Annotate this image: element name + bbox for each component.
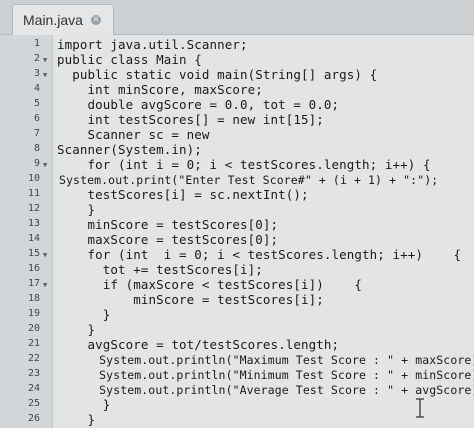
fold-arrow-icon[interactable]: ▼ xyxy=(43,56,47,64)
code-area[interactable]: import java.util.Scanner; public class M… xyxy=(57,35,474,428)
line-number: 2 xyxy=(33,53,40,64)
line-number: 15 xyxy=(27,248,40,259)
code-line: Scanner(System.in); xyxy=(57,142,202,157)
line-number: 20 xyxy=(27,323,40,334)
line-number: 13 xyxy=(27,218,40,229)
code-line: System.out.println("Minimum Test Score :… xyxy=(57,368,474,382)
tab-main-java[interactable]: Main.java ✕ xyxy=(12,4,114,35)
code-line: public static void main(String[] args) { xyxy=(57,67,378,82)
code-line: } xyxy=(57,397,111,412)
line-number: 22 xyxy=(27,353,40,364)
line-number: 19 xyxy=(27,308,40,319)
fold-arrow-icon[interactable]: ▼ xyxy=(43,71,47,79)
line-number: 9 xyxy=(33,158,40,169)
code-line: } xyxy=(57,202,96,217)
line-number: 23 xyxy=(27,368,40,379)
fold-arrow-icon[interactable]: ▼ xyxy=(43,161,47,169)
tab-bar: Main.java ✕ xyxy=(0,0,474,35)
line-number: 8 xyxy=(33,143,40,154)
line-number: 3 xyxy=(33,68,40,79)
code-line: minScore = testScores[i]; xyxy=(57,292,324,307)
code-line: for (int i = 0; i < testScores.length; i… xyxy=(57,157,431,172)
code-line: System.out.println("Maximum Test Score :… xyxy=(57,353,474,367)
line-number: 18 xyxy=(27,293,40,304)
line-number: 5 xyxy=(33,98,40,109)
line-number: 12 xyxy=(27,203,40,214)
line-number: 10 xyxy=(27,173,40,184)
line-number: 6 xyxy=(33,113,40,124)
fold-arrow-icon[interactable]: ▼ xyxy=(43,251,47,259)
line-number: 26 xyxy=(27,413,40,424)
line-number: 4 xyxy=(33,83,40,94)
line-number: 17 xyxy=(27,278,40,289)
line-number: 24 xyxy=(27,383,40,394)
line-number: 1 xyxy=(33,38,40,49)
code-line: } xyxy=(57,412,96,427)
code-line: tot += testScores[i]; xyxy=(57,262,263,277)
code-line: System.out.print("Enter Test Score#" + (… xyxy=(59,173,439,187)
text-cursor-icon xyxy=(416,398,424,418)
code-line: minScore = testScores[0]; xyxy=(57,217,279,232)
fold-arrow-icon[interactable]: ▼ xyxy=(43,281,47,289)
code-line: public class Main { xyxy=(57,52,202,67)
close-icon[interactable]: ✕ xyxy=(90,15,101,25)
code-line: import java.util.Scanner; xyxy=(57,37,248,52)
code-line: Scanner sc = new xyxy=(57,127,210,142)
code-line: double avgScore = 0.0, tot = 0.0; xyxy=(57,97,340,112)
line-number-gutter: 1 2 ▼ 3 ▼ 4 5 6 7 8 9 ▼ 10 11 12 13 14 1… xyxy=(0,35,53,428)
line-number: 25 xyxy=(27,398,40,409)
code-line: int minScore, maxScore; xyxy=(57,82,263,97)
line-number: 21 xyxy=(27,338,40,349)
line-number: 16 xyxy=(27,263,40,274)
code-line: int testScores[] = new int[15]; xyxy=(57,112,324,127)
line-number: 7 xyxy=(33,128,40,139)
tab-label: Main.java xyxy=(23,12,83,28)
code-line: avgScore = tot/testScores.length; xyxy=(57,337,340,352)
code-line: for (int i = 0; i < testScores.length; i… xyxy=(57,247,462,262)
code-line: maxScore = testScores[0]; xyxy=(57,232,279,247)
code-line: } xyxy=(57,307,111,322)
code-editor[interactable]: 1 2 ▼ 3 ▼ 4 5 6 7 8 9 ▼ 10 11 12 13 14 1… xyxy=(0,35,474,428)
code-line: testScores[i] = sc.nextInt(); xyxy=(57,187,309,202)
line-number: 11 xyxy=(27,188,40,199)
code-line: System.out.println("Average Test Score :… xyxy=(57,383,474,397)
code-line: if (maxScore < testScores[i]) { xyxy=(57,277,363,292)
code-line: } xyxy=(57,322,96,337)
line-number: 14 xyxy=(27,233,40,244)
